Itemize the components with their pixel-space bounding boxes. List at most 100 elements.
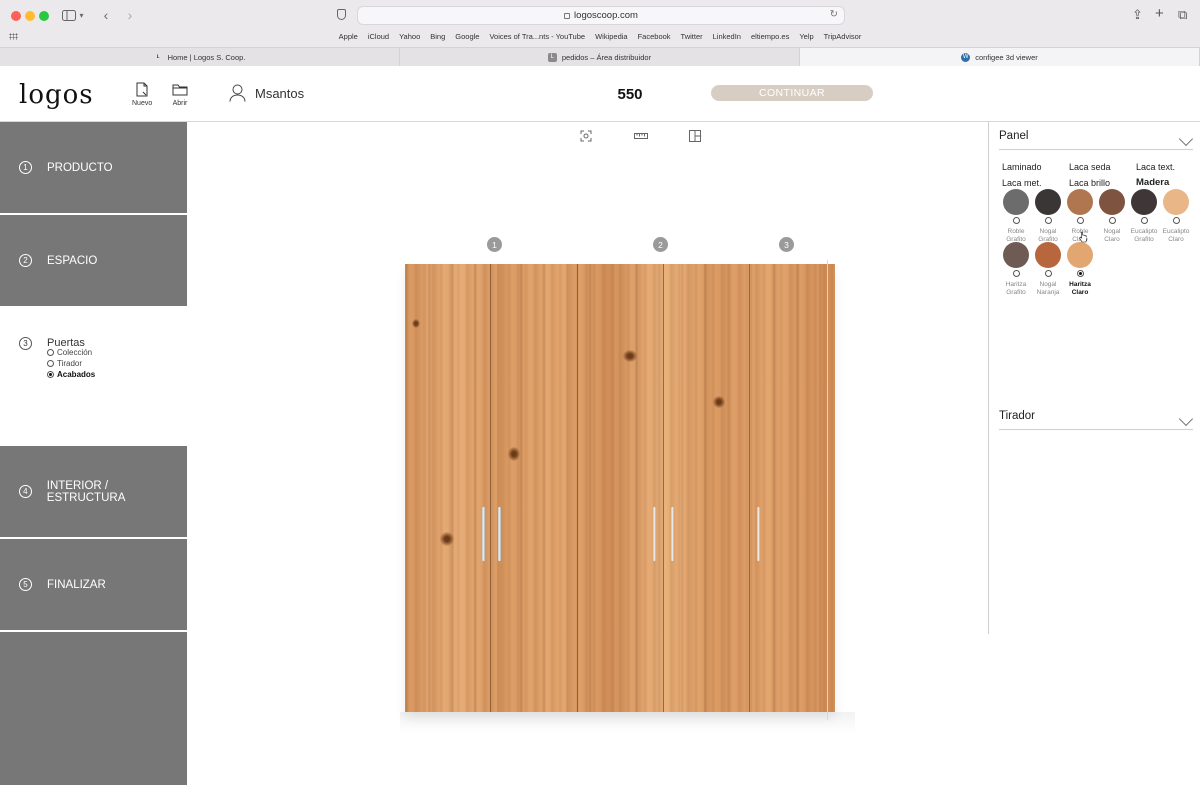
swatch-radio[interactable] [1172,217,1180,224]
door-handle[interactable] [653,507,656,561]
new-button[interactable]: Nuevo [132,82,152,107]
step-number: 1 [19,161,32,174]
wardrobe-render[interactable] [405,264,835,712]
bookmark-item[interactable]: Voices of Tra...nts - YouTube [484,30,590,44]
door-number-3[interactable]: 3 [779,237,794,252]
subitem-coleccion[interactable]: Colección [47,347,187,358]
sidebar-toggle-icon[interactable]: ▾ [60,6,86,24]
tirador-section-header[interactable]: Tirador [999,410,1194,430]
user-account[interactable]: Msantos [229,84,304,102]
subitem-label: Acabados [57,370,96,379]
type-laca-text[interactable]: Laca text. [1136,162,1175,172]
swatch-eucalipto-claro[interactable]: Eucalipto Claro [1160,189,1192,244]
type-laca-met[interactable]: Laca met. [1002,178,1042,188]
close-window-button[interactable] [11,11,21,21]
camera-focus-icon[interactable] [580,130,592,142]
step-espacio[interactable]: 2 ESPACIO [0,215,187,306]
minimize-window-button[interactable] [25,11,35,21]
bookmark-item[interactable]: Google [450,30,484,44]
tab-configee[interactable]: W configee 3d viewer [800,48,1200,66]
step-interior[interactable]: 4 INTERIOR / ESTRUCTURA [0,446,187,537]
step-label: ESPACIO [47,254,98,267]
continue-button[interactable]: CONTINUAR [711,85,873,101]
address-bar[interactable]: logoscoop.com ↻ [357,6,845,25]
bookmark-item[interactable]: iCloud [363,30,394,44]
new-tab-icon[interactable]: + [1155,5,1164,22]
swatch-color [1035,242,1061,268]
bookmark-item[interactable]: Bing [425,30,450,44]
swatch-radio[interactable] [1076,217,1084,224]
zoom-window-button[interactable] [39,11,49,21]
panel-section-header[interactable]: Panel [999,130,1194,150]
bookmark-item[interactable]: Facebook [633,30,676,44]
door-handle[interactable] [482,507,485,561]
tab-overview-icon[interactable]: ⧉ [1178,7,1187,23]
door-number-1[interactable]: 1 [487,237,502,252]
radio-coleccion[interactable] [47,349,54,356]
swatch-nogal-claro[interactable]: Nogal Claro [1096,189,1128,244]
type-laminado[interactable]: Laminado [1002,162,1042,172]
forward-icon[interactable]: › [124,6,136,24]
swatch-radio[interactable] [1012,270,1020,277]
lock-icon [564,12,571,19]
bookmark-item[interactable]: TripAdvisor [819,30,867,44]
radio-acabados[interactable] [47,371,54,378]
subitem-label: Tirador [57,359,83,368]
privacy-shield-icon[interactable] [337,9,346,20]
door-handle[interactable] [757,507,760,561]
step-label: FINALIZAR [47,578,106,591]
swatch-name: Eucalipto [1162,228,1190,235]
reload-icon[interactable]: ↻ [830,9,838,20]
swatch-radio[interactable] [1076,270,1084,277]
swatch-radio[interactable] [1044,270,1052,277]
step-number: 5 [19,578,32,591]
swatch-eucalipto-grafito[interactable]: Eucalipto Grafito [1128,189,1160,244]
door-handle[interactable] [498,507,501,561]
browser-chrome: ▾ ‹ › logoscoop.com ↻ ⇪ + ⧉ Apple iCloud… [0,0,1200,66]
bookmark-item[interactable]: Apple [334,30,363,44]
steps-sidebar: 1 PRODUCTO 2 ESPACIO 3 Puertas Colección… [0,122,187,785]
radio-tirador[interactable] [47,360,54,367]
swatch-nogal-grafito[interactable]: Nogal Grafito [1032,189,1064,244]
swatch-nogal-naranja[interactable]: Nogal Naranja [1032,242,1064,297]
wardrobe-side-edge [827,260,828,720]
bookmark-item[interactable]: LinkedIn [708,30,746,44]
swatch-radio[interactable] [1044,217,1052,224]
subitem-acabados[interactable]: Acabados [47,369,187,380]
chevron-down-icon[interactable] [1178,131,1194,147]
bookmark-item[interactable]: Yelp [794,30,818,44]
tab-title: pedidos – Área distribuidor [561,52,652,62]
swatch-haritza-grafito[interactable]: Haritza Grafito [1000,242,1032,297]
swatch-roble-grafito[interactable]: Roble Grafito [1000,189,1032,244]
share-icon[interactable]: ⇪ [1132,7,1143,23]
ruler-icon[interactable] [634,130,648,142]
tab-pedidos[interactable]: L pedidos – Área distribuidor [400,48,800,66]
subitem-tirador[interactable]: Tirador [47,358,187,369]
type-laca-brillo[interactable]: Laca brillo [1069,178,1110,188]
type-laca-seda[interactable]: Laca seda [1069,162,1111,172]
back-icon[interactable]: ‹ [100,6,112,24]
step-puertas: 3 Puertas Colección Tirador Acabados [0,306,187,446]
swatch-radio[interactable] [1012,217,1020,224]
bookmark-item[interactable]: eltiempo.es [746,30,794,44]
swatch-haritza-claro[interactable]: Haritza Claro [1064,242,1096,297]
wood-knot [508,447,520,461]
swatch-radio[interactable] [1108,217,1116,224]
step-number: 2 [19,254,32,267]
door-handle[interactable] [671,507,674,561]
door-number-2[interactable]: 2 [653,237,668,252]
new-label: Nuevo [132,100,153,107]
type-madera[interactable]: Madera [1136,177,1169,188]
step-finalizar[interactable]: 5 FINALIZAR [0,539,187,630]
swatch-radio[interactable] [1140,217,1148,224]
tab-logos-home[interactable]: ʟ Home | Logos S. Coop. [0,48,400,66]
open-button[interactable]: Abrir [172,82,188,107]
bookmark-item[interactable]: Twitter [676,30,708,44]
swatch-color [1067,189,1093,215]
panels-icon[interactable] [689,130,701,142]
bookmark-item[interactable]: Wikipedia [590,30,633,44]
bookmark-item[interactable]: Yahoo [394,30,425,44]
step-producto[interactable]: 1 PRODUCTO [0,122,187,213]
chevron-down-icon[interactable] [1178,411,1194,427]
logos-logo[interactable]: logos [19,80,94,110]
